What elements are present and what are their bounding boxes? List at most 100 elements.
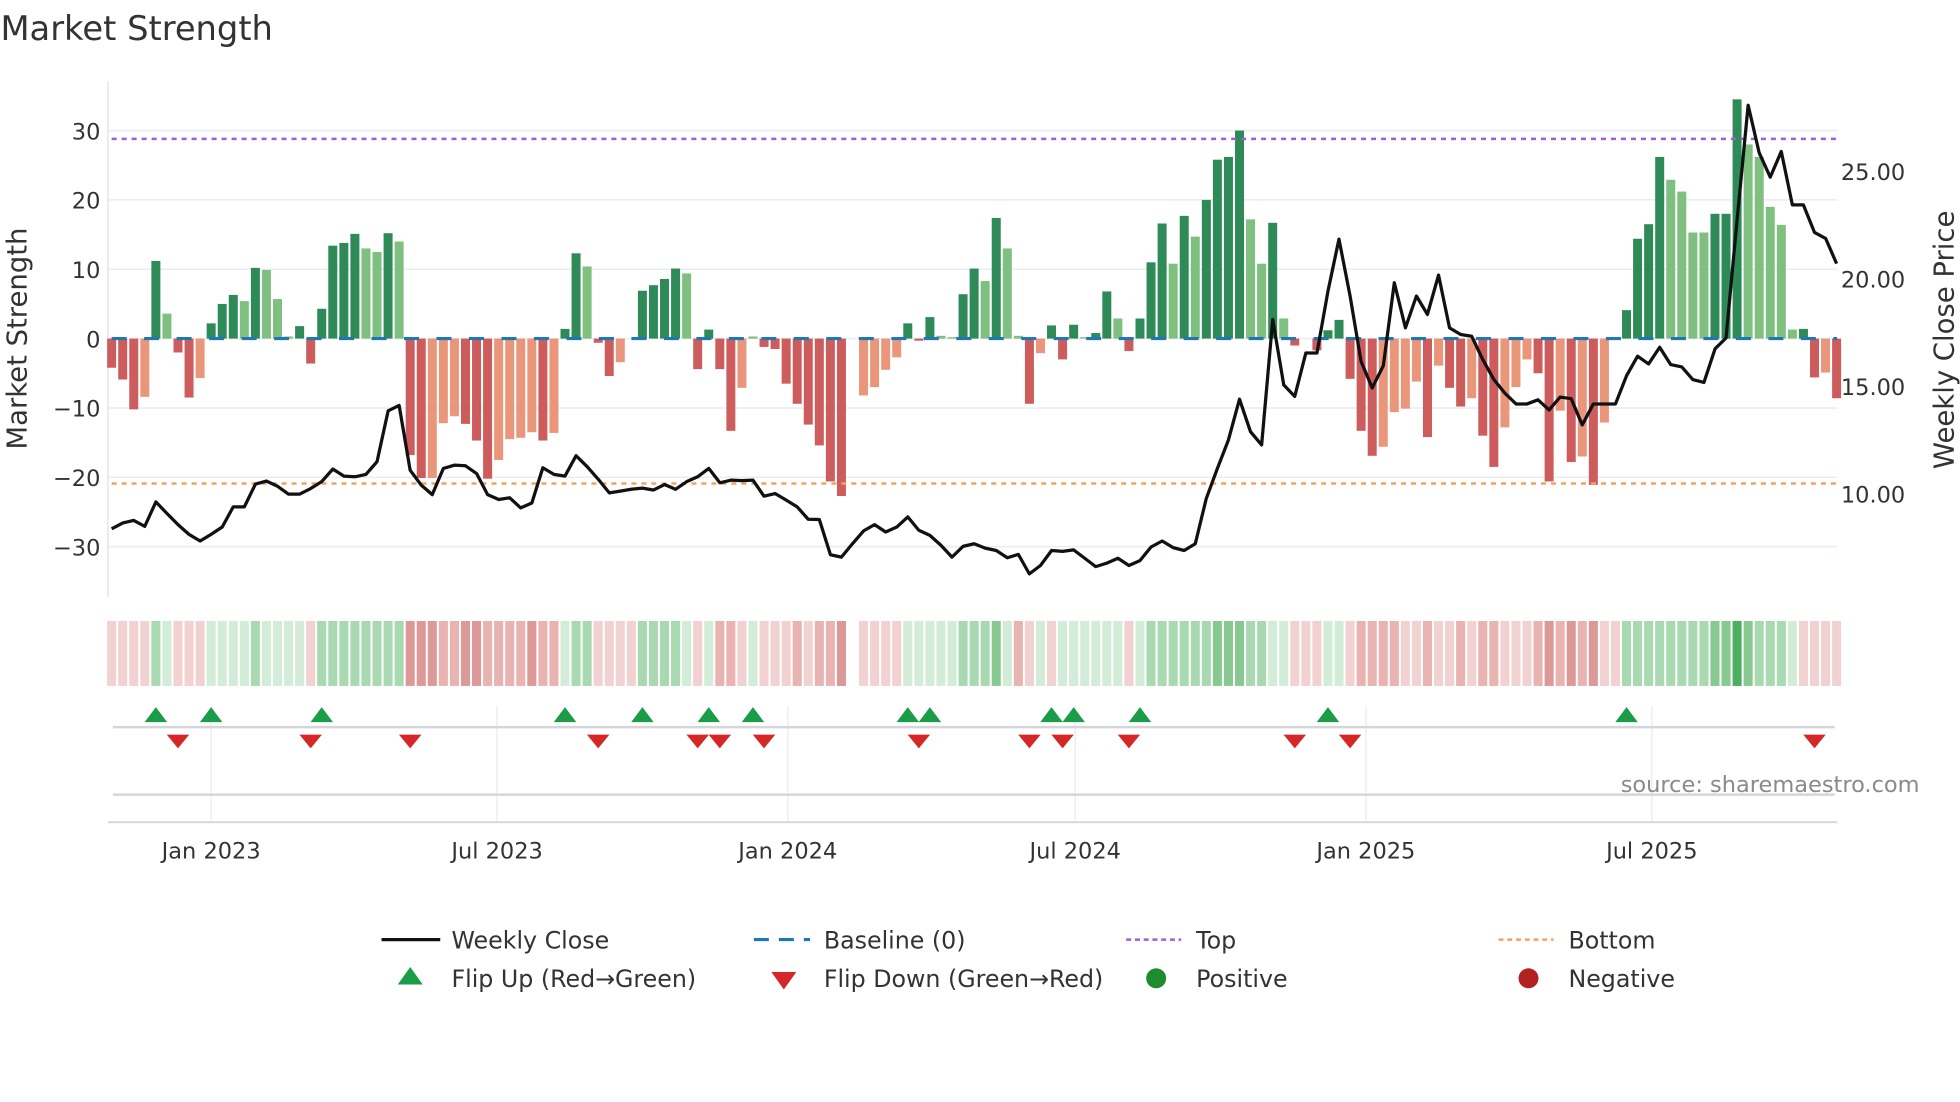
strength-bar (1677, 191, 1687, 339)
heat-cell (759, 620, 769, 686)
flip-up-marker (1128, 707, 1152, 723)
heat-cell (1577, 620, 1587, 686)
heat-cell (748, 620, 758, 686)
strength-bar (637, 290, 647, 339)
strength-bar (1411, 338, 1421, 382)
heat-cell (859, 620, 869, 686)
x-tick-label: Jul 2025 (1604, 838, 1697, 864)
strength-bar (1699, 232, 1709, 339)
strength-bar (118, 338, 128, 380)
heat-cell (1721, 620, 1731, 686)
heat-cell (1168, 620, 1178, 686)
heat-cell (1212, 620, 1222, 686)
heat-cell (1146, 620, 1156, 686)
strength-bar (1334, 319, 1344, 339)
flip-up-marker (1040, 707, 1063, 723)
strength-bar (836, 338, 846, 497)
heat-cell (1809, 620, 1820, 686)
legend-item-baseline: Baseline (0) (753, 926, 966, 954)
flip-up-marker (631, 707, 654, 723)
strength-bar (881, 338, 891, 370)
heat-cell (118, 620, 128, 686)
strength-bar (969, 268, 979, 339)
strength-bar (1235, 130, 1245, 339)
heat-cell (969, 620, 979, 686)
flip-up-marker (310, 707, 333, 723)
strength-bar (1257, 263, 1267, 339)
heat-cell (107, 620, 117, 686)
heat-cell (1699, 620, 1709, 686)
strength-bar (107, 338, 117, 368)
heat-cell (284, 620, 294, 686)
legend-label: Top (1195, 926, 1236, 954)
flip-up-marker (1062, 707, 1085, 723)
strength-bar (1190, 236, 1200, 339)
heat-cell (991, 620, 1001, 686)
strength-bar (538, 338, 548, 441)
heat-cell (438, 620, 448, 686)
heat-cell (947, 620, 957, 686)
heat-cell (1024, 620, 1034, 686)
strength-bar (1456, 338, 1466, 407)
strength-bar (350, 233, 360, 339)
heat-cell (239, 620, 249, 686)
strength-bar (1113, 318, 1123, 339)
heat-cell (1179, 620, 1189, 686)
strength-bar (383, 233, 393, 339)
heat-cell (494, 620, 504, 686)
y2-tick-label: 10.00 (1841, 482, 1905, 508)
strength-bar (958, 294, 968, 339)
heat-cell (1201, 620, 1211, 686)
legend-item-flip-down: Flip Down (Green→Red) (771, 965, 1103, 993)
heat-cell (1765, 620, 1775, 686)
strength-bar (825, 338, 835, 482)
strength-bar (582, 266, 592, 339)
strength-bar (195, 338, 205, 379)
legend-label: Negative (1568, 965, 1674, 993)
strength-bar (1743, 144, 1753, 339)
heat-cell (792, 620, 802, 686)
strength-bar (660, 278, 670, 339)
y2-axis-ticks: 25.00 20.00 15.00 10.00 (1841, 160, 1905, 508)
heat-cell (1223, 620, 1233, 686)
strength-bar (859, 338, 869, 396)
heat-cell (925, 620, 935, 686)
flip-down-marker (686, 734, 709, 749)
heat-cell (405, 620, 415, 686)
strength-bar (648, 285, 658, 339)
strength-bar (438, 338, 448, 424)
x-axis-ticks: Jan 2023 Jul 2023 Jan 2024 Jul 2024 Jan 2025… (160, 838, 1698, 864)
flip-up-marker (1615, 707, 1638, 723)
strength-bar (1489, 338, 1499, 467)
strength-bar (792, 338, 802, 404)
heat-cell (1633, 620, 1643, 686)
heat-cell (1566, 620, 1576, 686)
heat-cell (427, 620, 437, 686)
strength-bar (1765, 206, 1775, 339)
heat-cell (1500, 620, 1510, 686)
heat-cell (958, 620, 968, 686)
heat-cell (129, 620, 139, 686)
y-tick-label: 30 (72, 119, 101, 145)
strength-bar (1389, 338, 1399, 413)
strength-bar (1622, 310, 1632, 339)
flip-down-marker (299, 734, 322, 749)
y-tick-label: 10 (72, 258, 101, 284)
heat-cell (1655, 620, 1665, 686)
flip-down-marker (1338, 734, 1362, 749)
strength-bar (1511, 338, 1521, 388)
heat-cell (1091, 620, 1101, 686)
heat-cell (1234, 620, 1245, 686)
strength-bar (1599, 338, 1609, 423)
heat-cell (460, 620, 471, 686)
circle-icon (1518, 968, 1539, 989)
heat-cell (1610, 620, 1620, 686)
heat-cell (228, 620, 238, 686)
heat-cell (814, 620, 824, 686)
heat-cell (1058, 620, 1068, 686)
strength-bar (1246, 219, 1256, 339)
heat-cell (1555, 620, 1565, 686)
legend-item-negative: Negative (1518, 965, 1675, 993)
heat-cell (1821, 620, 1831, 686)
heat-cell (184, 620, 194, 686)
